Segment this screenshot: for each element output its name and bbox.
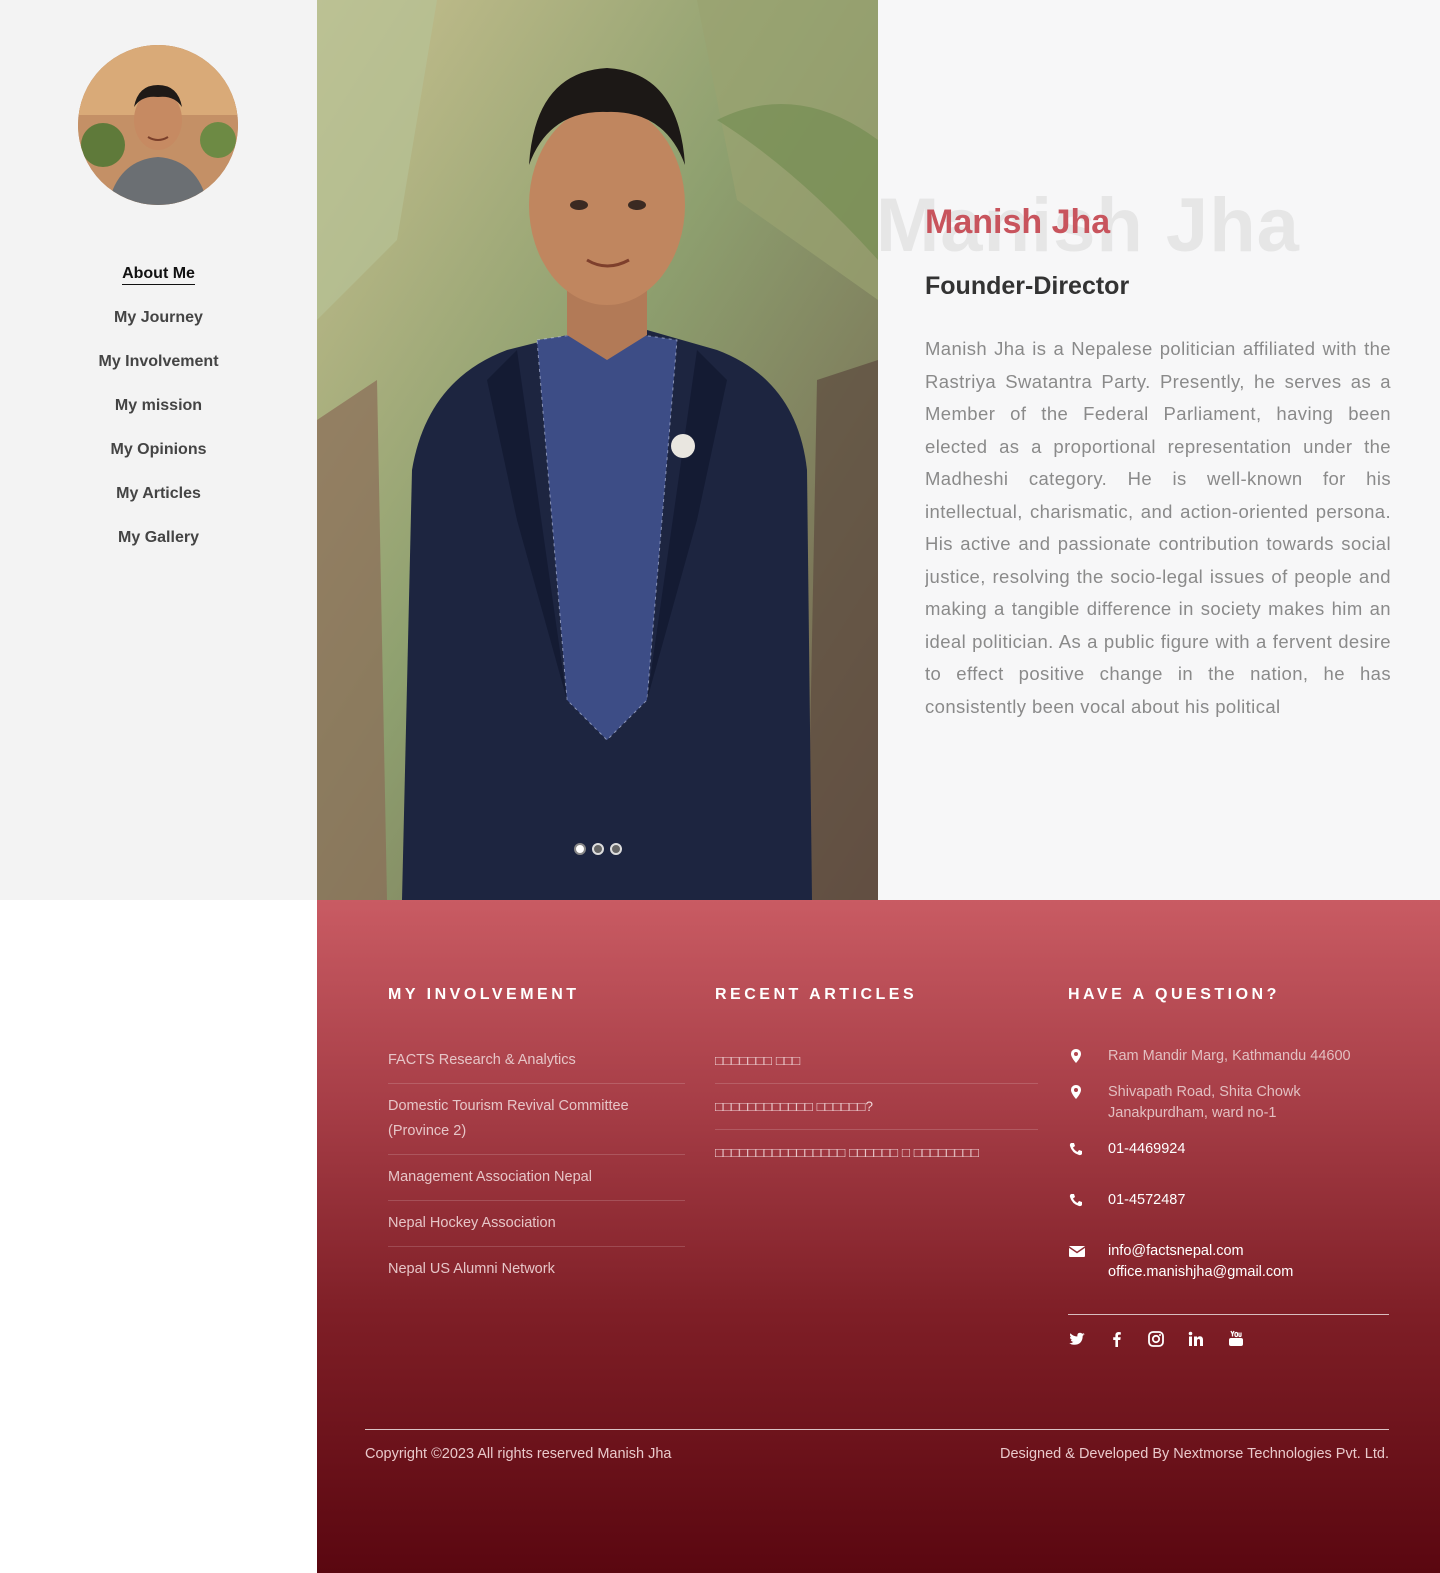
contact-heading: HAVE A QUESTION?: [1068, 986, 1280, 1003]
involvement-link[interactable]: Nepal Hockey Association: [388, 1201, 685, 1247]
involvement-link[interactable]: FACTS Research & Analytics: [388, 1038, 685, 1084]
involvement-link[interactable]: Nepal US Alumni Network: [388, 1247, 685, 1292]
sidebar-nav: About Me My Journey My Involvement My mi…: [0, 262, 317, 570]
involvement-list: FACTS Research & Analytics Domestic Tour…: [388, 1038, 685, 1292]
involvement-heading: MY INVOLVEMENT: [388, 986, 580, 1003]
nav-item-label: My Journey: [114, 309, 203, 326]
copyright-text: Copyright ©2023 All rights reserved Mani…: [365, 1446, 672, 1462]
profile-role: Founder-Director: [925, 272, 1130, 300]
profile-name: Manish Jha: [925, 203, 1111, 241]
profile-bio: Manish Jha is a Nepalese politician affi…: [925, 338, 1391, 717]
nav-item-my-articles[interactable]: My Articles: [0, 482, 317, 526]
instagram-icon[interactable]: [1147, 1330, 1165, 1348]
address-line: Janakpurdham, ward no-1: [1108, 1105, 1277, 1121]
article-link[interactable]: □□□□□□□ □□□: [715, 1038, 1038, 1084]
slider-dot[interactable]: [609, 843, 622, 855]
recent-articles-heading: RECENT ARTICLES: [715, 986, 918, 1003]
hero-photo: [317, 0, 878, 900]
facebook-icon[interactable]: [1108, 1330, 1126, 1348]
nav-item-my-involvement[interactable]: My Involvement: [0, 350, 317, 394]
map-marker-icon: [1071, 1049, 1081, 1063]
envelope-icon: [1068, 1246, 1086, 1257]
phone-icon: [1069, 1194, 1082, 1207]
phone-link[interactable]: 01-4469924: [1108, 1139, 1185, 1160]
address-line: Shivapath Road, Shita Chowk: [1108, 1084, 1301, 1100]
footer-divider: [365, 1429, 1389, 1430]
profile-avatar: [78, 45, 238, 205]
nav-item-label: My Involvement: [98, 353, 219, 370]
nav-item-label: About Me: [122, 265, 195, 285]
nav-item-my-journey[interactable]: My Journey: [0, 306, 317, 350]
footer: MY INVOLVEMENT FACTS Research & Analytic…: [317, 900, 1440, 1573]
article-link[interactable]: □□□□□□□□□□□□ □□□□□□?: [715, 1084, 1038, 1130]
involvement-link[interactable]: Domestic Tourism Revival Committee (Prov…: [388, 1084, 685, 1155]
nav-item-label: My Gallery: [118, 529, 199, 546]
recent-articles-list: □□□□□□□ □□□ □□□□□□□□□□□□ □□□□□□? □□□□□□□…: [715, 1038, 1038, 1175]
linkedin-icon[interactable]: [1187, 1330, 1205, 1348]
nav-item-label: My mission: [114, 397, 203, 414]
developer-credit-link[interactable]: Designed & Developed By Nextmorse Techno…: [1000, 1446, 1389, 1462]
nav-item-my-opinions[interactable]: My Opinions: [0, 438, 317, 482]
nav-item-my-gallery[interactable]: My Gallery: [0, 526, 317, 570]
slider-dot[interactable]: [591, 843, 604, 855]
twitter-icon[interactable]: [1068, 1330, 1086, 1348]
slider-dot[interactable]: [573, 843, 586, 855]
contact-divider: [1068, 1314, 1389, 1315]
phone-link[interactable]: 01-4572487: [1108, 1190, 1185, 1211]
avatar-image: [78, 45, 238, 205]
email-link[interactable]: office.manishjha@gmail.com: [1108, 1262, 1293, 1283]
address-text: Ram Mandir Marg, Kathmandu 44600: [1108, 1048, 1351, 1064]
youtube-icon[interactable]: [1227, 1330, 1245, 1348]
nav-item-label: My Opinions: [110, 441, 207, 458]
about-section: Manish Jha Manish Jha Founder-Director M…: [878, 0, 1440, 900]
phone-icon: [1069, 1143, 1082, 1156]
slider-dots: [317, 842, 878, 860]
map-marker-icon: [1071, 1085, 1081, 1099]
article-link[interactable]: □□□□□□□□□□□□□□□□ □□□□□□ □ □□□□□□□□: [715, 1130, 1038, 1175]
nav-item-label: My Articles: [116, 485, 201, 502]
involvement-link[interactable]: Management Association Nepal: [388, 1155, 685, 1201]
nav-item-about-me[interactable]: About Me: [0, 262, 317, 306]
nav-item-my-mission[interactable]: My mission: [0, 394, 317, 438]
hero-slider: [317, 0, 878, 900]
email-link[interactable]: info@factsnepal.com: [1108, 1241, 1244, 1262]
sidebar: About Me My Journey My Involvement My mi…: [0, 0, 317, 900]
